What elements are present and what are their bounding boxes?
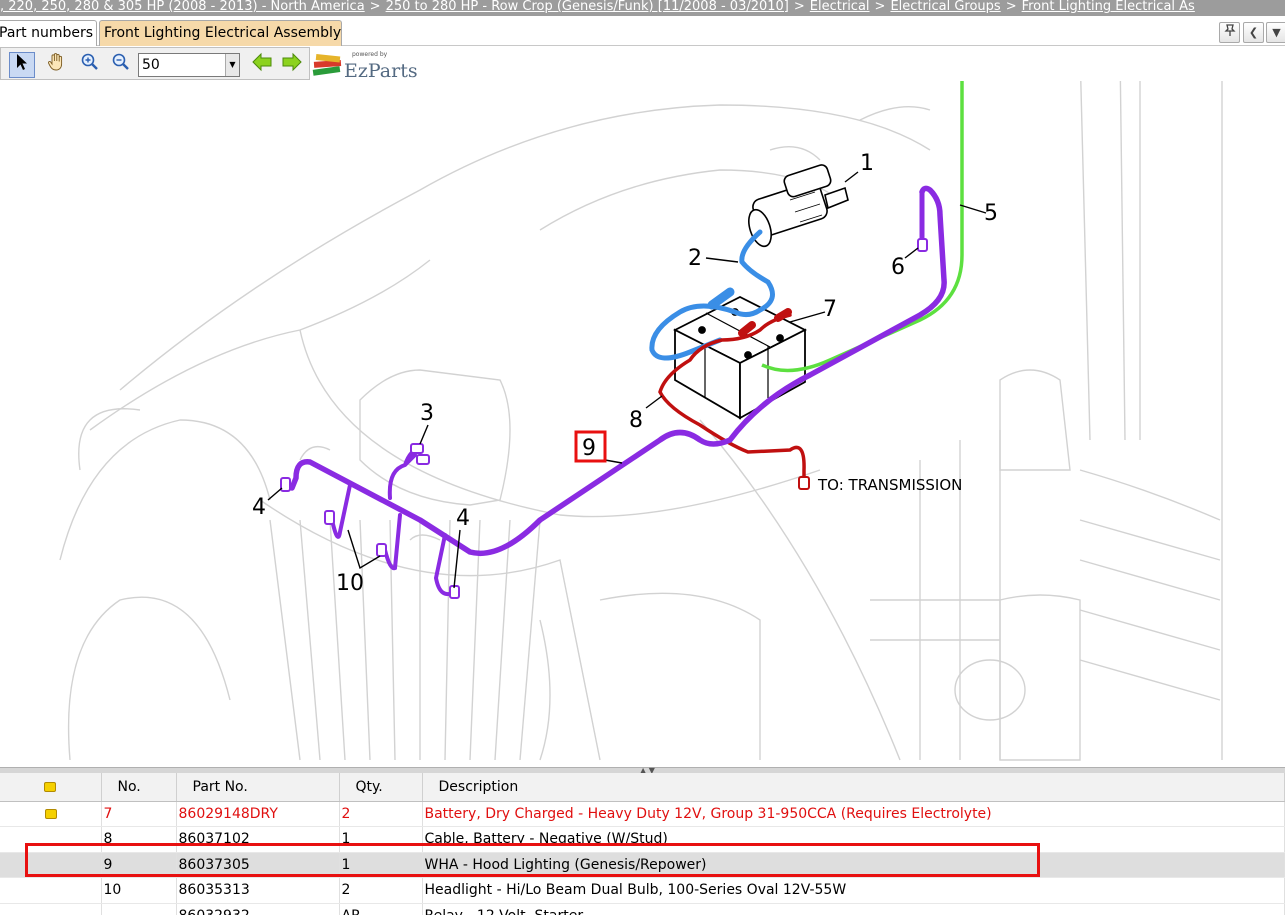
breadcrumb-separator: >	[874, 0, 886, 14]
note-icon[interactable]	[45, 808, 58, 819]
callout-1[interactable]: 1	[860, 151, 874, 176]
parts-table: No. Part No. Qty. Description 7 86029148…	[0, 773, 1285, 915]
row-note-cell	[0, 852, 102, 878]
zoom-level-combobox[interactable]: ▼	[138, 53, 240, 77]
parts-diagram[interactable]: 1 2 3 4 4 5 6 7 8 9 10 TO: TRANSMISSION	[0, 81, 1285, 767]
callout-6[interactable]: 6	[891, 255, 905, 280]
breadcrumb-link-electrical-groups[interactable]: Electrical Groups	[890, 0, 1000, 14]
callout-5[interactable]: 5	[984, 201, 998, 226]
callout-leader-lines	[267, 171, 987, 589]
cell-description: Cable, Battery - Negative (W/Stud)	[422, 826, 1285, 853]
table-row[interactable]: 8 86037102 1 Cable, Battery - Negative (…	[0, 826, 1285, 853]
harness-connectors	[280, 238, 928, 599]
table-header-row: No. Part No. Qty. Description	[0, 773, 1285, 802]
cell-qty: 1	[339, 826, 423, 853]
callout-7[interactable]: 7	[823, 297, 837, 322]
dropdown-arrow-icon[interactable]: ▼	[225, 54, 239, 76]
cell-part-no: 86037102	[176, 826, 340, 853]
ezparts-name: EzParts	[344, 60, 418, 82]
cell-qty: AR	[339, 903, 423, 915]
table-row[interactable]: 10 86035313 2 Headlight - Hi/Lo Beam Dua…	[0, 877, 1285, 904]
tab-front-lighting-electrical-assembly[interactable]: Front Lighting Electrical Assembly	[99, 20, 342, 46]
column-header-description[interactable]: Description	[422, 773, 1285, 802]
cell-description: Headlight - Hi/Lo Beam Dual Bulb, 100-Se…	[422, 877, 1285, 904]
breadcrumb-link-model[interactable]: , 220, 250, 280 & 305 HP (2008 - 2013) -…	[0, 0, 365, 14]
note-icon	[44, 781, 57, 792]
table-row-selected[interactable]: 9 86037305 1 WHA - Hood Lighting (Genesi…	[0, 852, 1285, 878]
zoom-in-icon[interactable]	[77, 52, 103, 78]
chevron-down-icon[interactable]: ▼	[1266, 22, 1285, 43]
zoom-out-icon[interactable]	[108, 52, 134, 78]
pan-hand-icon[interactable]	[43, 52, 69, 78]
breadcrumb: , 220, 250, 280 & 305 HP (2008 - 2013) -…	[0, 0, 1285, 16]
column-header-part-no[interactable]: Part No.	[176, 773, 340, 802]
table-row[interactable]: 7 86029148DRY 2 Battery, Dry Charged - H…	[0, 801, 1285, 827]
row-note-cell	[0, 903, 102, 915]
table-row[interactable]: 86032932 AR Relay - 12 Volt, Starter	[0, 903, 1285, 915]
breadcrumb-separator: >	[1005, 0, 1017, 14]
powered-by-text: powered by	[352, 51, 388, 58]
callout-4-right[interactable]: 4	[456, 506, 470, 531]
ezparts-books-icon	[312, 53, 342, 76]
column-header-no[interactable]: No.	[101, 773, 177, 802]
cell-part-no: 86032932	[176, 903, 340, 915]
transmission-connector	[798, 476, 810, 490]
tab-part-numbers[interactable]: Part numbers	[0, 20, 97, 46]
zoom-level-input[interactable]	[139, 54, 223, 76]
cell-qty: 1	[339, 852, 423, 878]
tab-bar: Part numbers Front Lighting Electrical A…	[0, 16, 1285, 46]
cell-part-no: 86035313	[176, 877, 340, 904]
row-note-cell	[0, 826, 102, 853]
callout-8[interactable]: 8	[629, 408, 643, 433]
cell-no: 8	[101, 826, 177, 853]
callout-4-left[interactable]: 4	[252, 495, 266, 520]
callout-10[interactable]: 10	[336, 571, 364, 596]
breadcrumb-separator: >	[793, 0, 805, 14]
breadcrumb-link-electrical[interactable]: Electrical	[810, 0, 870, 14]
chevron-left-icon[interactable]: ❮	[1243, 22, 1264, 43]
callout-9[interactable]: 9	[582, 436, 596, 461]
arrow-left-icon[interactable]	[249, 52, 275, 78]
ezparts-logo: powered by EzParts	[312, 51, 418, 82]
pin-icon[interactable]	[1219, 22, 1240, 43]
cell-no: 9	[101, 852, 177, 878]
diagram-toolbar: ▼	[0, 47, 310, 80]
row-note-cell	[0, 877, 102, 904]
arrow-right-icon[interactable]	[279, 52, 305, 78]
breadcrumb-separator: >	[369, 0, 381, 14]
transmission-annotation: TO: TRANSMISSION	[817, 476, 962, 494]
cell-no: 7	[101, 801, 177, 827]
cell-description: Battery, Dry Charged - Heavy Duty 12V, G…	[422, 801, 1285, 827]
cell-part-no: 86029148DRY	[176, 801, 340, 827]
breadcrumb-link-series[interactable]: 250 to 280 HP - Row Crop (Genesis/Funk) …	[386, 0, 789, 14]
breadcrumb-link-front-lighting[interactable]: Front Lighting Electrical As	[1022, 0, 1195, 14]
cell-qty: 2	[339, 877, 423, 904]
row-note-cell[interactable]	[0, 801, 102, 827]
cell-description: Relay - 12 Volt, Starter	[422, 903, 1285, 915]
callout-2[interactable]: 2	[688, 246, 702, 271]
column-header-qty[interactable]: Qty.	[339, 773, 423, 802]
select-arrow-icon[interactable]	[9, 52, 35, 78]
cell-no	[101, 903, 177, 915]
cell-no: 10	[101, 877, 177, 904]
starter-motor[interactable]	[745, 163, 849, 249]
callout-3[interactable]: 3	[420, 401, 434, 426]
cell-qty: 2	[339, 801, 423, 827]
cell-description: WHA - Hood Lighting (Genesis/Repower)	[422, 852, 1285, 878]
column-header-note[interactable]	[0, 773, 102, 802]
cell-part-no: 86037305	[176, 852, 340, 878]
